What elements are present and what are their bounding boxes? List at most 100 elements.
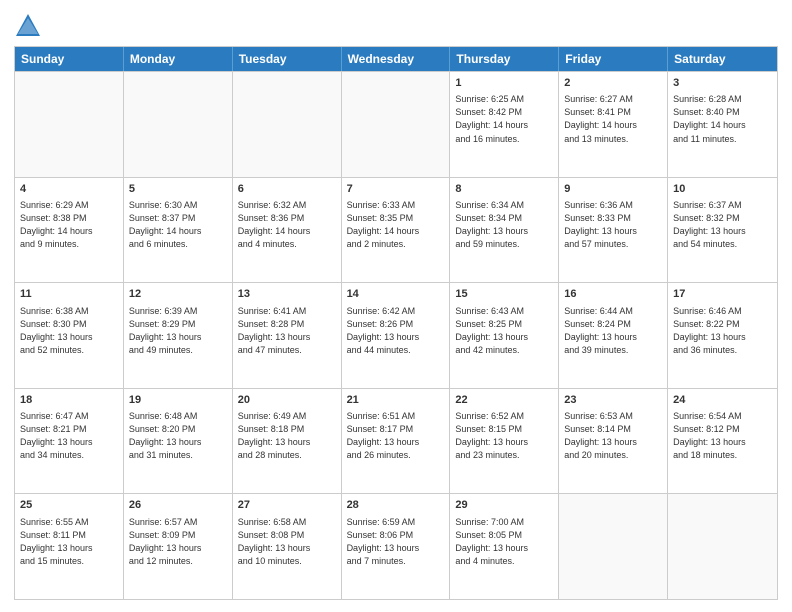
calendar-body: 1 Sunrise: 6:25 AMSunset: 8:42 PMDaylight…	[15, 71, 777, 599]
cal-cell: 8 Sunrise: 6:34 AMSunset: 8:34 PMDaylight…	[450, 178, 559, 283]
cell-text: Sunrise: 6:32 AMSunset: 8:36 PMDaylight:…	[238, 199, 336, 251]
cell-text: Sunrise: 6:27 AMSunset: 8:41 PMDaylight:…	[564, 93, 662, 145]
cell-text: Sunrise: 6:49 AMSunset: 8:18 PMDaylight:…	[238, 410, 336, 462]
cell-text: Sunrise: 6:59 AMSunset: 8:06 PMDaylight:…	[347, 516, 445, 568]
cal-cell: 6Sunrise: 6:32 AMSunset: 8:36 PMDaylight…	[233, 178, 342, 283]
cal-header-sunday: Sunday	[15, 47, 124, 71]
cal-cell: 23 Sunrise: 6:53 AMSunset: 8:14 PMDayligh…	[559, 389, 668, 494]
cell-text: Sunrise: 6:46 AMSunset: 8:22 PMDaylight:…	[673, 305, 772, 357]
day-number: 7	[347, 182, 445, 197]
cal-week-2: 4 Sunrise: 6:29 AMSunset: 8:38 PMDaylight…	[15, 177, 777, 283]
cell-text: Sunrise: 6:47 AMSunset: 8:21 PMDaylight:…	[20, 410, 118, 462]
cal-cell: 21 Sunrise: 6:51 AMSunset: 8:17 PMDayligh…	[342, 389, 451, 494]
cell-text: Sunrise: 6:37 AMSunset: 8:32 PMDaylight:…	[673, 199, 772, 251]
cell-text: Sunrise: 6:57 AMSunset: 8:09 PMDaylight:…	[129, 516, 227, 568]
cell-text: Sunrise: 6:29 AMSunset: 8:38 PMDaylight:…	[20, 199, 118, 251]
cal-cell: 1 Sunrise: 6:25 AMSunset: 8:42 PMDaylight…	[450, 72, 559, 177]
cell-text: Sunrise: 7:00 AMSunset: 8:05 PMDaylight:…	[455, 516, 553, 568]
cal-cell: 16 Sunrise: 6:44 AMSunset: 8:24 PMDayligh…	[559, 283, 668, 388]
cal-header-saturday: Saturday	[668, 47, 777, 71]
cal-week-4: 18 Sunrise: 6:47 AMSunset: 8:21 PMDayligh…	[15, 388, 777, 494]
day-number: 8	[455, 182, 553, 197]
cal-cell	[124, 72, 233, 177]
cell-text: Sunrise: 6:39 AMSunset: 8:29 PMDaylight:…	[129, 305, 227, 357]
cal-cell: 4 Sunrise: 6:29 AMSunset: 8:38 PMDaylight…	[15, 178, 124, 283]
day-number: 18	[20, 393, 118, 408]
cal-header-monday: Monday	[124, 47, 233, 71]
cal-cell: 19 Sunrise: 6:48 AMSunset: 8:20 PMDayligh…	[124, 389, 233, 494]
cell-text: Sunrise: 6:43 AMSunset: 8:25 PMDaylight:…	[455, 305, 553, 357]
logo	[14, 12, 46, 40]
day-number: 24	[673, 393, 772, 408]
day-number: 3	[673, 76, 772, 91]
cell-text: Sunrise: 6:34 AMSunset: 8:34 PMDaylight:…	[455, 199, 553, 251]
cal-week-1: 1 Sunrise: 6:25 AMSunset: 8:42 PMDaylight…	[15, 71, 777, 177]
cell-text: Sunrise: 6:28 AMSunset: 8:40 PMDaylight:…	[673, 93, 772, 145]
cell-text: Sunrise: 6:38 AMSunset: 8:30 PMDaylight:…	[20, 305, 118, 357]
cal-cell: 13Sunrise: 6:41 AMSunset: 8:28 PMDayligh…	[233, 283, 342, 388]
cell-text: Sunrise: 6:41 AMSunset: 8:28 PMDaylight:…	[238, 305, 336, 357]
day-number: 16	[564, 287, 662, 302]
cal-cell: 26 Sunrise: 6:57 AMSunset: 8:09 PMDayligh…	[124, 494, 233, 599]
cal-cell	[668, 494, 777, 599]
day-number: 11	[20, 287, 118, 302]
day-number: 29	[455, 498, 553, 513]
cal-cell: 29 Sunrise: 7:00 AMSunset: 8:05 PMDayligh…	[450, 494, 559, 599]
day-number: 12	[129, 287, 227, 302]
cal-cell: 3 Sunrise: 6:28 AMSunset: 8:40 PMDaylight…	[668, 72, 777, 177]
cell-text: Sunrise: 6:52 AMSunset: 8:15 PMDaylight:…	[455, 410, 553, 462]
cal-cell: 25 Sunrise: 6:55 AMSunset: 8:11 PMDayligh…	[15, 494, 124, 599]
cal-cell: 24 Sunrise: 6:54 AMSunset: 8:12 PMDayligh…	[668, 389, 777, 494]
cal-cell: 7Sunrise: 6:33 AMSunset: 8:35 PMDaylight…	[342, 178, 451, 283]
cal-cell: 12 Sunrise: 6:39 AMSunset: 8:29 PMDayligh…	[124, 283, 233, 388]
cal-cell: 15 Sunrise: 6:43 AMSunset: 8:25 PMDayligh…	[450, 283, 559, 388]
page: SundayMondayTuesdayWednesdayThursdayFrid…	[0, 0, 792, 612]
day-number: 10	[673, 182, 772, 197]
cal-cell: 17 Sunrise: 6:46 AMSunset: 8:22 PMDayligh…	[668, 283, 777, 388]
cal-header-wednesday: Wednesday	[342, 47, 451, 71]
day-number: 21	[347, 393, 445, 408]
calendar-header-row: SundayMondayTuesdayWednesdayThursdayFrid…	[15, 47, 777, 71]
cell-text: Sunrise: 6:25 AMSunset: 8:42 PMDaylight:…	[455, 93, 553, 145]
cal-week-5: 25 Sunrise: 6:55 AMSunset: 8:11 PMDayligh…	[15, 493, 777, 599]
header	[14, 12, 778, 40]
cell-text: Sunrise: 6:55 AMSunset: 8:11 PMDaylight:…	[20, 516, 118, 568]
day-number: 22	[455, 393, 553, 408]
cal-cell: 20 Sunrise: 6:49 AMSunset: 8:18 PMDayligh…	[233, 389, 342, 494]
cal-cell: 22 Sunrise: 6:52 AMSunset: 8:15 PMDayligh…	[450, 389, 559, 494]
day-number: 19	[129, 393, 227, 408]
day-number: 26	[129, 498, 227, 513]
cal-cell: 14Sunrise: 6:42 AMSunset: 8:26 PMDayligh…	[342, 283, 451, 388]
cal-cell: 18 Sunrise: 6:47 AMSunset: 8:21 PMDayligh…	[15, 389, 124, 494]
day-number: 25	[20, 498, 118, 513]
cal-week-3: 11 Sunrise: 6:38 AMSunset: 8:30 PMDayligh…	[15, 282, 777, 388]
cal-cell	[342, 72, 451, 177]
cal-cell: 10 Sunrise: 6:37 AMSunset: 8:32 PMDayligh…	[668, 178, 777, 283]
day-number: 17	[673, 287, 772, 302]
day-number: 20	[238, 393, 336, 408]
cell-text: Sunrise: 6:58 AMSunset: 8:08 PMDaylight:…	[238, 516, 336, 568]
day-number: 5	[129, 182, 227, 197]
cal-header-friday: Friday	[559, 47, 668, 71]
cal-cell: 11 Sunrise: 6:38 AMSunset: 8:30 PMDayligh…	[15, 283, 124, 388]
calendar: SundayMondayTuesdayWednesdayThursdayFrid…	[14, 46, 778, 600]
day-number: 15	[455, 287, 553, 302]
cal-cell: 5 Sunrise: 6:30 AMSunset: 8:37 PMDaylight…	[124, 178, 233, 283]
day-number: 4	[20, 182, 118, 197]
cal-cell: 9Sunrise: 6:36 AMSunset: 8:33 PMDaylight…	[559, 178, 668, 283]
cal-cell: 27Sunrise: 6:58 AMSunset: 8:08 PMDayligh…	[233, 494, 342, 599]
day-number: 23	[564, 393, 662, 408]
day-number: 1	[455, 76, 553, 91]
cal-cell	[15, 72, 124, 177]
cell-text: Sunrise: 6:48 AMSunset: 8:20 PMDaylight:…	[129, 410, 227, 462]
cal-header-tuesday: Tuesday	[233, 47, 342, 71]
day-number: 2	[564, 76, 662, 91]
cell-text: Sunrise: 6:44 AMSunset: 8:24 PMDaylight:…	[564, 305, 662, 357]
cell-text: Sunrise: 6:30 AMSunset: 8:37 PMDaylight:…	[129, 199, 227, 251]
cal-header-thursday: Thursday	[450, 47, 559, 71]
cell-text: Sunrise: 6:53 AMSunset: 8:14 PMDaylight:…	[564, 410, 662, 462]
cell-text: Sunrise: 6:54 AMSunset: 8:12 PMDaylight:…	[673, 410, 772, 462]
day-number: 9	[564, 182, 662, 197]
cell-text: Sunrise: 6:51 AMSunset: 8:17 PMDaylight:…	[347, 410, 445, 462]
logo-icon	[14, 12, 42, 40]
